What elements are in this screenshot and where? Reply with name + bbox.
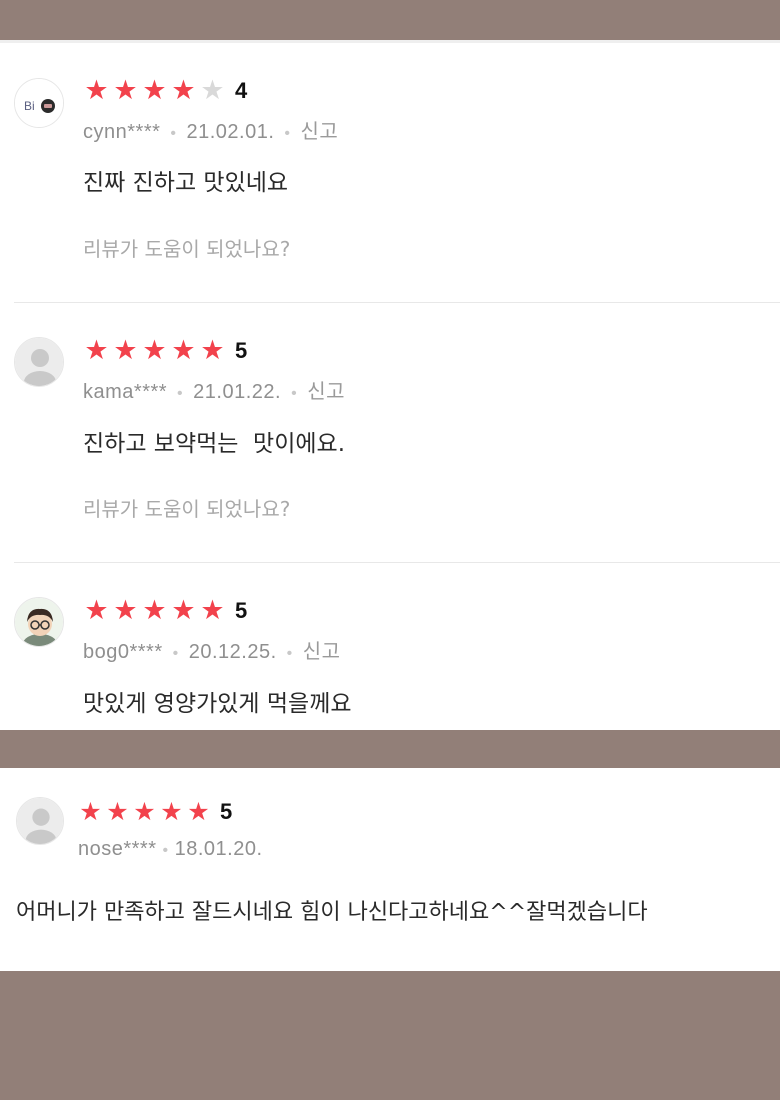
star-rating: ★ ★ ★ ★ ★ 5: [82, 337, 247, 365]
cartoon-avatar-icon: [14, 597, 64, 647]
star-icon: ★: [113, 335, 138, 366]
review-date: 21.02.01.: [186, 121, 275, 143]
review-text: 어머니가 만족하고 잘드시네요 힘이 나신다고하네요^^잘먹겠습니다: [16, 900, 648, 925]
default-user-icon: [14, 337, 64, 387]
reviewer-id: nose****: [78, 838, 157, 860]
review-meta: kama**** • 21.01.22. • 신고: [83, 381, 345, 403]
reviewer-id: bog0****: [83, 641, 163, 663]
helpful-prompt[interactable]: 리뷰가 도움이 되었나요?: [83, 493, 290, 522]
rating-value: 5: [235, 598, 248, 623]
report-link[interactable]: 신고: [301, 121, 339, 143]
svg-text:Bi: Bi: [24, 99, 35, 113]
review-list-panel: Bi ★ ★ ★ ★ ★ 4 cynn**** • 21.02.01. • 신고 진짜 …: [0, 40, 780, 730]
star-rating: ★ ★ ★ ★ ★ 5: [77, 798, 232, 826]
review-date: 21.01.22.: [193, 381, 282, 403]
star-icon: ★: [142, 595, 167, 626]
review-meta: bog0**** • 20.12.25. • 신고: [83, 641, 341, 663]
review-text: 진짜 진하고 맛있네요: [83, 170, 289, 196]
review-date: 20.12.25.: [188, 641, 277, 663]
divider: [14, 562, 780, 563]
star-icon: ★: [171, 335, 196, 366]
reviewer-id: kama****: [83, 381, 168, 403]
rating-value: 4: [235, 78, 248, 103]
review-date: 18.01.20.: [174, 838, 263, 860]
star-icon: ★: [171, 75, 196, 106]
review-text: 진하고 보약먹는 맛이에요.: [83, 431, 346, 457]
divider: [14, 302, 780, 303]
star-icon: ★: [200, 335, 225, 366]
star-icon: ★: [142, 75, 167, 106]
star-icon: ★: [84, 335, 109, 366]
rating-value: 5: [235, 338, 248, 363]
star-icon: ★: [106, 797, 129, 826]
review-meta: nose**** • 18.01.20.: [78, 838, 263, 860]
star-icon: ★: [171, 595, 196, 626]
star-rating: ★ ★ ★ ★ ★ 4: [82, 77, 247, 105]
reviewer-id: cynn****: [83, 121, 161, 143]
star-icon: ★: [133, 797, 156, 826]
star-icon: ★: [142, 335, 167, 366]
star-icon: ★: [84, 595, 109, 626]
rating-value: 5: [220, 799, 233, 824]
star-icon: ★: [79, 797, 102, 826]
report-link[interactable]: 신고: [307, 381, 345, 403]
star-icon: ★: [113, 595, 138, 626]
star-icon: ★: [113, 75, 138, 106]
star-icon: ★: [200, 595, 225, 626]
brand-logo-icon: Bi: [14, 78, 64, 128]
review-meta: cynn**** • 21.02.01. • 신고: [83, 121, 339, 143]
review-card: ★ ★ ★ ★ ★ 5 nose**** • 18.01.20. 어머니가 만족하고…: [0, 768, 780, 971]
star-icon: ★: [187, 797, 210, 826]
helpful-prompt[interactable]: 리뷰가 도움이 되었나요?: [83, 233, 290, 262]
review-text: 맛있게 영양가있게 먹을께요: [83, 691, 352, 717]
report-link[interactable]: 신고: [303, 641, 341, 663]
star-rating: ★ ★ ★ ★ ★ 5: [82, 597, 247, 625]
star-icon: ★: [160, 797, 183, 826]
star-empty-icon: ★: [200, 75, 225, 106]
star-icon: ★: [84, 75, 109, 106]
default-user-icon: [16, 797, 64, 845]
